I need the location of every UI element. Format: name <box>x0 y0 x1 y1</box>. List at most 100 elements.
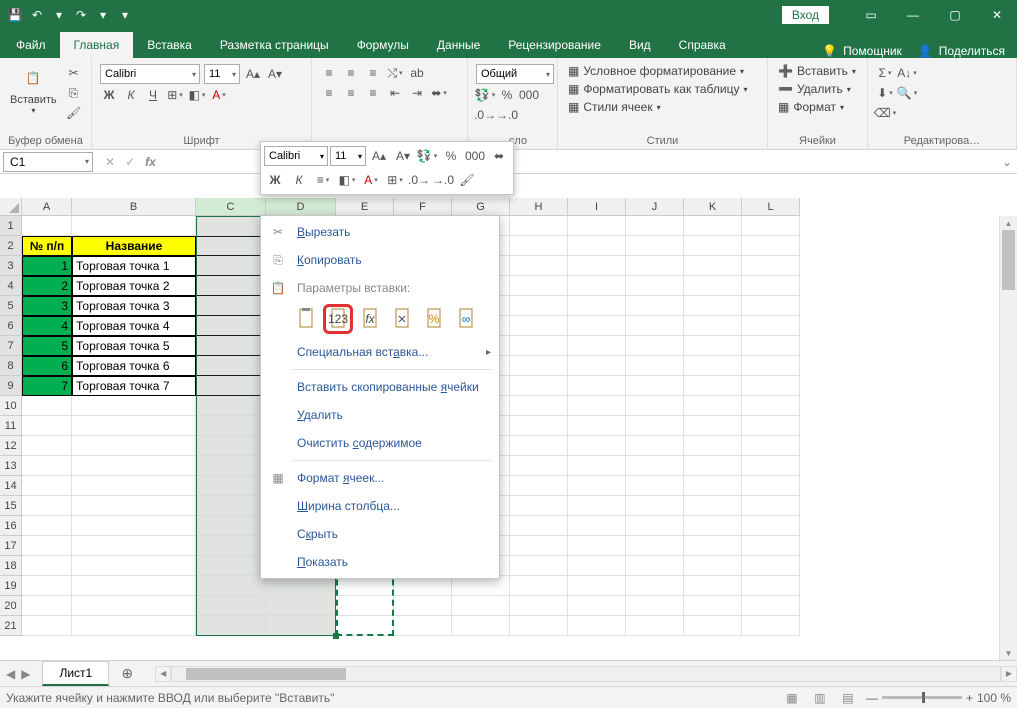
cell[interactable] <box>72 536 196 556</box>
cell[interactable] <box>22 576 72 596</box>
cell[interactable] <box>568 596 626 616</box>
decrease-indent-icon[interactable]: ⇤ <box>386 84 404 102</box>
cell[interactable] <box>684 356 742 376</box>
sort-filter-button[interactable]: A↓ <box>898 64 916 82</box>
minimize-icon[interactable]: — <box>893 0 933 30</box>
increase-decimal-icon[interactable]: .0→ <box>476 106 494 124</box>
cell[interactable] <box>742 456 800 476</box>
tab-help[interactable]: Справка <box>665 32 740 58</box>
cell[interactable] <box>568 396 626 416</box>
cell[interactable] <box>510 316 568 336</box>
cell[interactable] <box>196 396 266 416</box>
tab-formulas[interactable]: Формулы <box>343 32 423 58</box>
paste-link-button[interactable]: ∞ <box>453 306 479 332</box>
row-header[interactable]: 2 <box>0 236 22 256</box>
cell[interactable] <box>510 236 568 256</box>
column-header[interactable]: C <box>196 198 266 216</box>
autosum-button[interactable]: Σ <box>876 64 894 82</box>
cell[interactable] <box>510 516 568 536</box>
paste-formatting-button[interactable]: % <box>421 306 447 332</box>
cell[interactable] <box>510 436 568 456</box>
fill-button[interactable]: ⬇ <box>876 84 894 102</box>
cell[interactable] <box>196 456 266 476</box>
mini-bold-icon[interactable]: Ж <box>264 169 286 191</box>
column-header[interactable]: B <box>72 198 196 216</box>
cell[interactable] <box>742 336 800 356</box>
cell-styles-button[interactable]: ▦Стили ячеек▾ <box>566 99 759 115</box>
row-header[interactable]: 13 <box>0 456 22 476</box>
cell[interactable] <box>266 596 336 616</box>
conditional-formatting-button[interactable]: ▦Условное форматирование▾ <box>566 63 759 79</box>
horizontal-scrollbar[interactable]: ◀ ▶ <box>155 666 1017 682</box>
cell[interactable] <box>742 536 800 556</box>
tab-home[interactable]: Главная <box>60 32 134 58</box>
border-button[interactable]: ⊞ <box>166 86 184 104</box>
cell[interactable] <box>510 276 568 296</box>
row-header[interactable]: 11 <box>0 416 22 436</box>
cell[interactable] <box>626 236 684 256</box>
mini-fill-color-icon[interactable]: ◧ <box>336 169 358 191</box>
cell[interactable] <box>22 556 72 576</box>
cell[interactable] <box>510 496 568 516</box>
row-header[interactable]: 5 <box>0 296 22 316</box>
cell[interactable] <box>196 296 266 316</box>
font-color-button[interactable]: A <box>210 86 228 104</box>
accounting-button[interactable]: 💱 <box>476 86 494 104</box>
cell[interactable] <box>22 536 72 556</box>
cell[interactable] <box>742 516 800 536</box>
cell[interactable] <box>684 496 742 516</box>
cell[interactable]: 3 <box>22 296 72 316</box>
cell[interactable] <box>266 616 336 636</box>
cell[interactable] <box>742 496 800 516</box>
page-layout-view-icon[interactable]: ▥ <box>810 690 830 706</box>
row-header[interactable]: 12 <box>0 436 22 456</box>
font-family-combo[interactable]: Calibri <box>100 64 200 84</box>
cell[interactable] <box>742 296 800 316</box>
cell[interactable] <box>22 436 72 456</box>
redo-dropdown-icon[interactable]: ▾ <box>94 6 112 24</box>
column-header[interactable]: L <box>742 198 800 216</box>
cell[interactable] <box>568 416 626 436</box>
cell[interactable] <box>22 416 72 436</box>
hscroll-left-icon[interactable]: ◀ <box>155 666 171 682</box>
align-bottom-icon[interactable]: ≡ <box>364 64 382 82</box>
cm-copy[interactable]: ⎘Копировать <box>261 246 499 274</box>
orientation-button[interactable]: ⤭ <box>386 64 404 82</box>
cell[interactable] <box>22 456 72 476</box>
font-size-combo[interactable]: 11 <box>204 64 240 84</box>
cell[interactable] <box>684 376 742 396</box>
cell[interactable]: Торговая точка 5 <box>72 336 196 356</box>
cell[interactable] <box>568 536 626 556</box>
cell[interactable] <box>742 276 800 296</box>
cell[interactable] <box>196 256 266 276</box>
zoom-out-icon[interactable]: — <box>866 691 878 705</box>
cell[interactable] <box>196 576 266 596</box>
select-all-button[interactable] <box>0 198 22 216</box>
cell[interactable] <box>510 336 568 356</box>
cm-insert-copied[interactable]: Вставить скопированные ячейки <box>261 373 499 401</box>
cell[interactable] <box>196 516 266 536</box>
cell[interactable] <box>510 396 568 416</box>
cell[interactable] <box>72 576 196 596</box>
cell[interactable] <box>626 456 684 476</box>
close-icon[interactable]: ✕ <box>977 0 1017 30</box>
cell[interactable] <box>22 516 72 536</box>
percent-button[interactable]: % <box>498 86 516 104</box>
cell[interactable] <box>684 296 742 316</box>
fx-icon[interactable]: fx <box>145 155 156 169</box>
cell[interactable] <box>684 476 742 496</box>
tab-file[interactable]: Файл <box>2 32 60 58</box>
mini-decrease-font-icon[interactable]: A▾ <box>392 145 414 167</box>
cell[interactable] <box>452 596 510 616</box>
paste-transpose-button[interactable] <box>389 306 415 332</box>
login-button[interactable]: Вход <box>782 6 829 24</box>
cell[interactable] <box>452 616 510 636</box>
mini-format-painter-icon[interactable]: 🖌 <box>456 169 478 191</box>
underline-button[interactable]: Ч <box>144 86 162 104</box>
cell[interactable] <box>684 316 742 336</box>
cell[interactable] <box>452 576 510 596</box>
cell[interactable] <box>196 216 266 236</box>
cell[interactable] <box>568 216 626 236</box>
cell[interactable] <box>626 596 684 616</box>
cell[interactable] <box>684 576 742 596</box>
